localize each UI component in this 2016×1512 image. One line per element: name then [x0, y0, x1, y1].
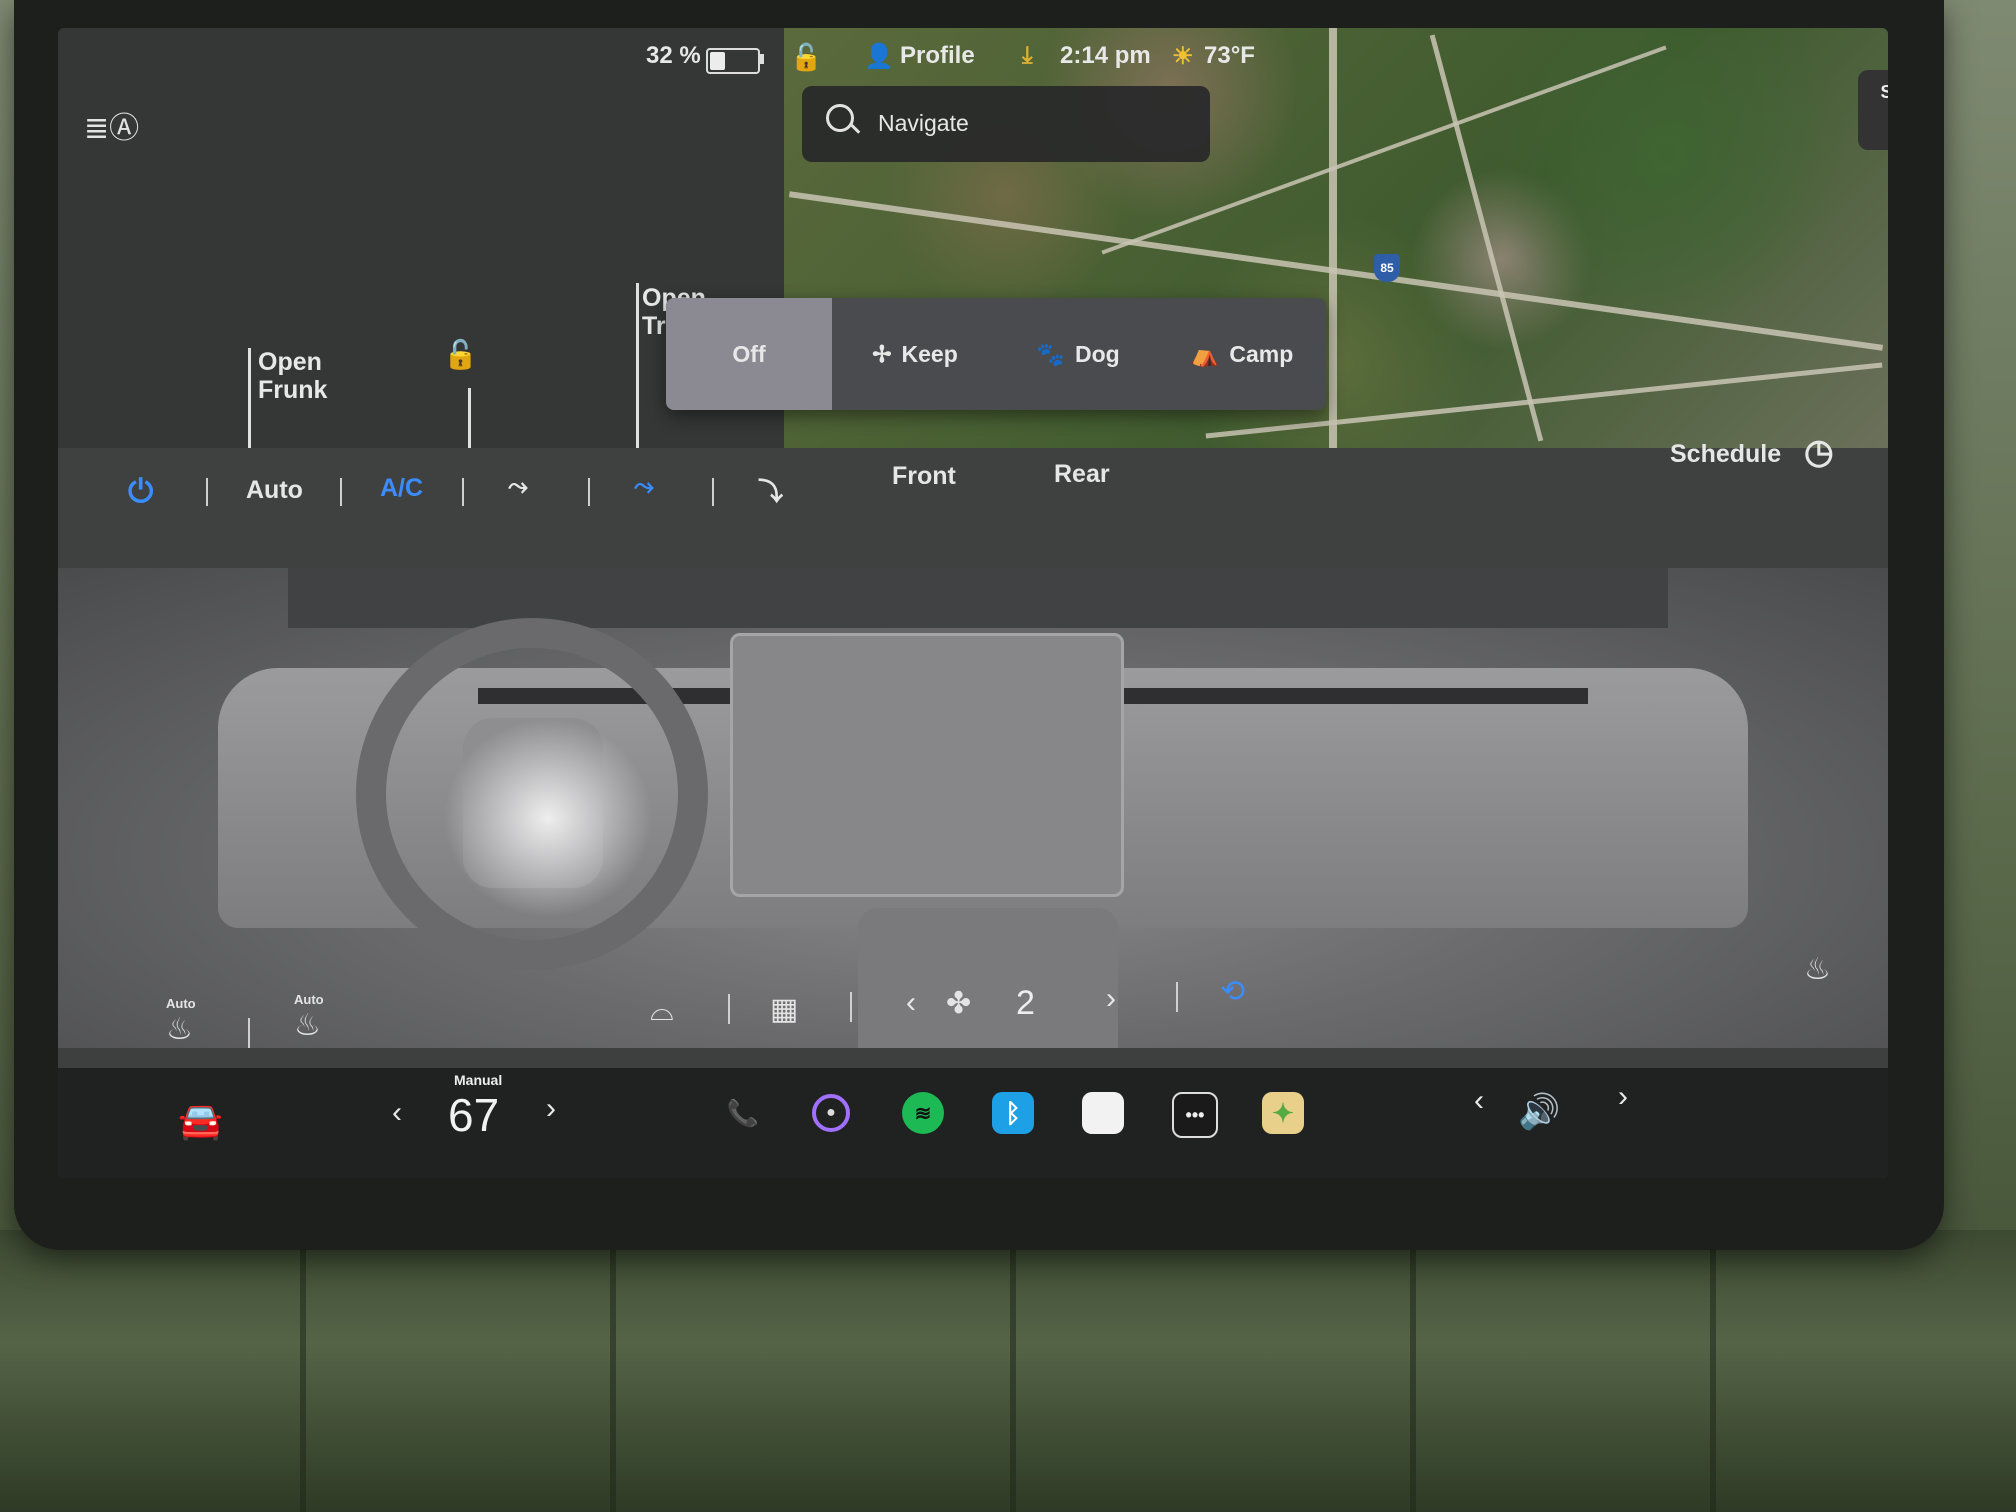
separator — [588, 478, 590, 506]
navigation-arrow-icon: ▲ — [1858, 103, 1888, 129]
temp-mode-label: Manual — [454, 1072, 503, 1088]
mode-off-button[interactable]: Off — [666, 298, 832, 410]
climate-mode-popup: Off ✢ Keep 🐾 Dog ⛺ Camp — [666, 298, 1326, 410]
navigate-placeholder: Navigate — [878, 110, 969, 136]
separator — [206, 478, 208, 506]
recirculate-icon[interactable]: ⟲ — [1220, 974, 1245, 1009]
airflow-visual — [443, 718, 653, 918]
separator — [712, 478, 714, 506]
steering-heat-auto-label: Auto — [294, 992, 324, 1007]
search-icon — [826, 104, 854, 132]
spotify-icon[interactable]: ≋ — [902, 1092, 944, 1134]
phone-icon[interactable]: 📞 — [722, 1092, 764, 1134]
mode-dog-button[interactable]: 🐾 Dog — [998, 298, 1158, 410]
volume-decrease-button[interactable]: ‹ — [1474, 1084, 1484, 1118]
map-road — [1329, 28, 1337, 448]
separator — [728, 994, 730, 1024]
compass-button[interactable]: SW ▲ — [1858, 70, 1888, 150]
seat-stitch — [610, 1240, 616, 1512]
battery-percent: 32 % — [646, 42, 701, 69]
volume-increase-button[interactable]: › — [1618, 1080, 1628, 1114]
mode-camp-button[interactable]: ⛺ Camp — [1158, 298, 1326, 410]
windshield-frame — [288, 568, 1668, 628]
front-defrost-tab[interactable]: Front — [892, 462, 956, 491]
airflow-feet-icon[interactable]: ⤵ — [758, 472, 783, 508]
clock-icon[interactable]: ◷ — [1804, 432, 1834, 472]
sun-icon: ☀ — [1172, 43, 1194, 70]
battery-nub — [760, 54, 764, 64]
car-icon[interactable]: 🚘 — [178, 1100, 223, 1142]
toybox-icon[interactable]: ✦ — [1262, 1092, 1304, 1134]
profile-button[interactable]: Profile — [900, 42, 975, 70]
temp-increase-button[interactable]: › — [546, 1092, 556, 1126]
climate-power-icon[interactable]: ⏻ — [128, 473, 153, 511]
separator — [462, 478, 464, 506]
separator — [340, 478, 342, 506]
mode-camp-label: Camp — [1229, 340, 1294, 367]
rear-defrost-icon[interactable]: ▦ — [770, 992, 798, 1027]
seat-heater-icon[interactable]: ♨ — [166, 1012, 193, 1047]
notes-icon[interactable] — [1082, 1092, 1124, 1134]
seat-stitch — [1410, 1240, 1416, 1512]
separator — [248, 1018, 250, 1048]
fan-increase-button[interactable]: › — [1106, 982, 1116, 1016]
schedule-button[interactable]: Schedule — [1670, 440, 1781, 469]
steering-heater-icon[interactable]: ♨ — [294, 1008, 321, 1043]
center-screen-graphic — [730, 633, 1124, 897]
bottom-dock — [58, 1068, 1888, 1178]
mode-dog-label: Dog — [1074, 340, 1120, 367]
trunk-pointer-line — [636, 283, 639, 448]
mode-off-label: Off — [732, 340, 766, 367]
auto-headlight-icon[interactable]: ≣Ⓐ — [84, 103, 139, 147]
profile-icon[interactable]: 👤 — [864, 42, 894, 71]
passenger-seat-heater-icon[interactable]: ♨ — [1804, 952, 1831, 987]
clock-time: 2:14 pm — [1060, 42, 1151, 69]
more-icon[interactable]: ••• — [1172, 1092, 1218, 1138]
lock-icon[interactable]: 🔓 — [790, 42, 822, 73]
climate-auto-button[interactable]: Auto — [246, 476, 303, 505]
seat-stitch — [1710, 1240, 1716, 1512]
door-pointer-line — [468, 388, 471, 448]
unlock-icon[interactable]: 🔓 — [443, 338, 478, 371]
seat-heat-auto-label: Auto — [166, 996, 196, 1011]
front-defrost-icon[interactable]: ⌓ — [650, 994, 674, 1028]
mode-keep-button[interactable]: ✢ Keep — [832, 298, 998, 410]
compass-heading: SW — [1880, 82, 1889, 102]
ac-button[interactable]: A/C — [380, 474, 423, 503]
seat-stitch — [1010, 1240, 1016, 1512]
airflow-face-feet-icon[interactable]: ⤳ — [634, 472, 654, 501]
cabin-illustration — [58, 568, 1888, 1048]
rear-climate-tab[interactable]: Rear — [1054, 460, 1110, 489]
touchscreen: ≣Ⓐ Open Frunk 🔓 Open Tr 85 Navigate SW ▲… — [58, 28, 1888, 1178]
temp-decrease-button[interactable]: ‹ — [392, 1096, 402, 1130]
bluetooth-icon[interactable]: ᛒ — [992, 1092, 1034, 1134]
navigate-search-bar[interactable]: Navigate — [802, 86, 1210, 162]
camera-icon[interactable]: ● — [812, 1094, 850, 1132]
fan-icon: ✤ — [946, 987, 972, 1020]
separator — [1176, 982, 1178, 1012]
highway-shield: 85 — [1374, 254, 1400, 282]
keep-fan-icon: ✢ — [872, 340, 892, 367]
seat-stitch — [300, 1240, 306, 1512]
battery-icon — [706, 48, 760, 74]
volume-icon[interactable]: 🔊 — [1518, 1092, 1560, 1132]
airflow-face-icon[interactable]: ⤳ — [508, 472, 528, 501]
open-frunk-button[interactable]: Open Frunk — [258, 348, 327, 404]
center-console — [858, 908, 1118, 1048]
outside-temperature: 73°F — [1204, 42, 1255, 69]
cabin-temp-setpoint[interactable]: 67 — [448, 1088, 499, 1142]
fan-speed-value: 2 — [1016, 984, 1035, 1022]
download-icon[interactable]: ⤓ — [1022, 42, 1033, 70]
paw-icon: 🐾 — [1036, 340, 1065, 367]
climate-controls-bar — [58, 448, 1888, 568]
mode-keep-label: Keep — [901, 340, 958, 367]
tent-icon: ⛺ — [1190, 340, 1220, 367]
frunk-pointer-line — [248, 348, 251, 448]
battery-level-fill — [710, 52, 725, 70]
fan-decrease-button[interactable]: ‹ — [906, 986, 916, 1020]
separator — [850, 992, 852, 1022]
